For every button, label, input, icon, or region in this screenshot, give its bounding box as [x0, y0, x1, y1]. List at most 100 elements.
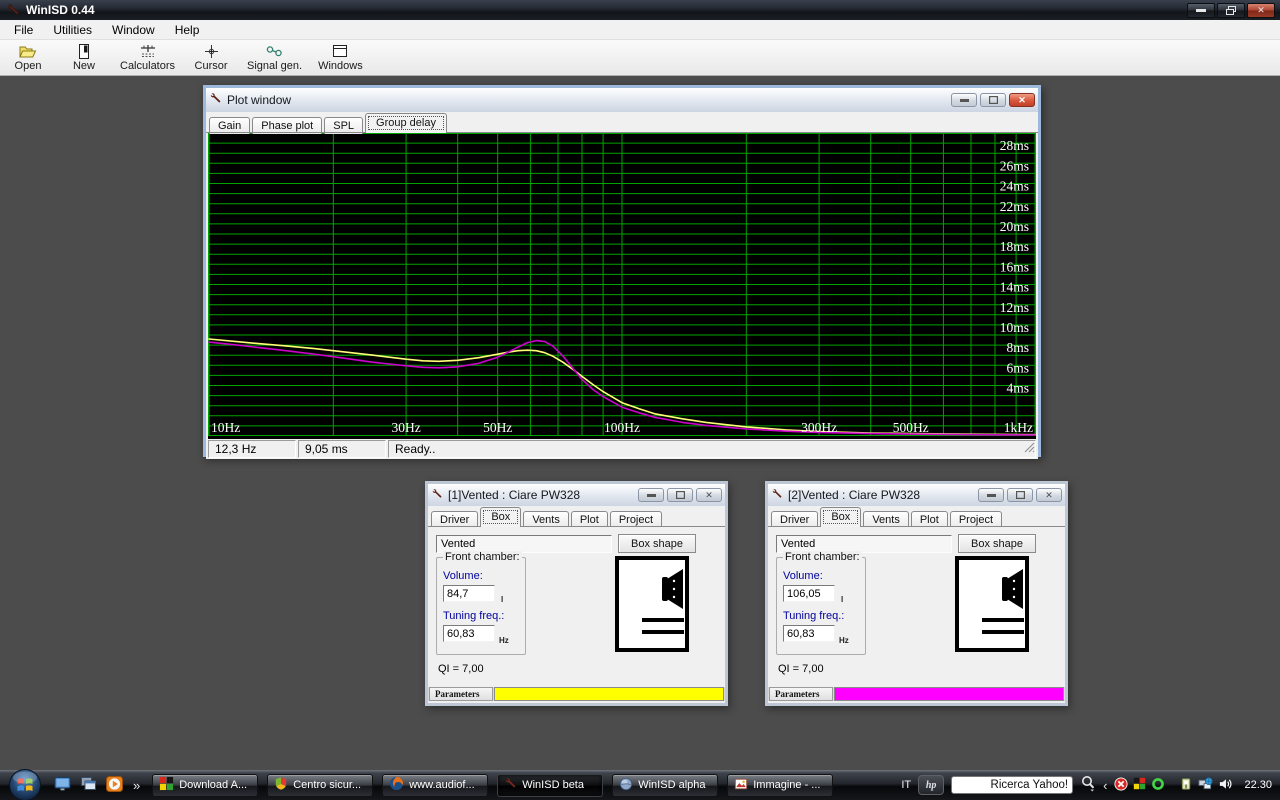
box1-parameter-row: Parameters — [428, 687, 725, 701]
box1-tab-box[interactable]: Box — [480, 507, 522, 527]
box2-volume-unit: l — [841, 595, 844, 604]
box-window-1-titlebar[interactable]: [1]Vented : Ciare PW328 ✕ — [428, 484, 725, 506]
svg-text:14ms: 14ms — [1000, 280, 1029, 295]
toolbar: Open New Calculators Cursor Signal gen. … — [0, 40, 1280, 76]
box2-minimize-button[interactable] — [978, 488, 1004, 502]
menubar: File Utilities Window Help — [0, 20, 1280, 40]
box2-tab-project[interactable]: Project — [949, 511, 1003, 528]
svg-text:22ms: 22ms — [1000, 199, 1029, 214]
box2-front-chamber-group: Front chamber: Volume: l Tuning freq.: H… — [776, 551, 866, 655]
box2-maximize-button[interactable] — [1007, 488, 1033, 502]
box2-parameters-button[interactable]: Parameters — [769, 687, 833, 701]
menu-window[interactable]: Window — [102, 20, 165, 40]
new-document-icon — [77, 43, 91, 59]
box2-tab-driver[interactable]: Driver — [771, 511, 819, 528]
windows-button[interactable]: Windows — [318, 44, 363, 72]
cursor-button[interactable]: Cursor — [191, 44, 231, 72]
taskbar-clock[interactable]: 22.30 — [1244, 779, 1272, 791]
app-wrench-icon — [6, 3, 20, 17]
box2-close-button[interactable]: ✕ — [1036, 488, 1062, 502]
menu-file[interactable]: File — [4, 20, 43, 40]
app-titlebar: WinISD 0.44 ✕ — [0, 0, 1280, 20]
box2-tab-vents[interactable]: Vents — [863, 511, 909, 528]
box1-tab-vents[interactable]: Vents — [523, 511, 569, 528]
box1-tuning-unit: Hz — [499, 636, 509, 645]
tab-group-delay[interactable]: Group delay — [365, 113, 447, 133]
show-desktop-icon[interactable] — [54, 776, 71, 794]
plot-minimize-button[interactable] — [951, 93, 977, 107]
box1-volume-input[interactable] — [443, 585, 495, 602]
quick-launch-overflow-chevron[interactable]: » — [133, 778, 140, 793]
new-button[interactable]: New — [64, 43, 104, 72]
plot-tabbar: Gain Phase plot SPL Group delay — [206, 112, 1038, 134]
svg-text:10Hz: 10Hz — [211, 420, 240, 435]
windows-list-icon — [332, 44, 348, 59]
svg-text:12ms: 12ms — [1000, 300, 1029, 315]
box1-tab-plot[interactable]: Plot — [570, 511, 608, 528]
box2-volume-input[interactable] — [783, 585, 835, 602]
box-window-1-wrench-icon — [431, 488, 443, 503]
box-window-2-titlebar[interactable]: [2]Vented : Ciare PW328 ✕ — [768, 484, 1065, 506]
security-alert-icon[interactable] — [1114, 776, 1129, 794]
app-minimize-button[interactable] — [1187, 2, 1215, 18]
app-close-button[interactable]: ✕ — [1247, 2, 1275, 18]
app-restore-button[interactable] — [1217, 2, 1245, 18]
svg-text:10ms: 10ms — [1000, 320, 1029, 335]
taskbar-button-firefox[interactable]: www.audiof... — [382, 773, 489, 797]
menu-utilities[interactable]: Utilities — [43, 20, 102, 40]
switch-windows-icon[interactable] — [80, 776, 97, 794]
svg-text:24ms: 24ms — [1000, 179, 1029, 194]
box1-tabbar: Driver Box Vents Plot Project — [428, 506, 725, 528]
box1-box-shape-button[interactable]: Box shape — [618, 534, 696, 553]
plot-window: Plot window ✕ Gain Phase plot SPL Group … — [203, 85, 1041, 459]
menu-help[interactable]: Help — [165, 20, 210, 40]
plot-close-button[interactable]: ✕ — [1009, 93, 1035, 107]
svg-text:6ms: 6ms — [1006, 360, 1029, 375]
box2-tab-plot[interactable]: Plot — [910, 511, 948, 528]
download-manager-tray-icon[interactable] — [1133, 777, 1146, 793]
media-player-icon[interactable] — [106, 775, 123, 795]
box1-tuning-input[interactable] — [443, 625, 495, 642]
box1-parameters-button[interactable]: Parameters — [429, 687, 493, 701]
signal-gen-button[interactable]: Signal gen. — [247, 44, 302, 72]
search-magnifier-icon[interactable] — [1080, 775, 1096, 795]
taskbar-button-winisd-beta[interactable]: WinISD beta — [497, 773, 604, 797]
plot-maximize-button[interactable] — [980, 93, 1006, 107]
taskbar-button-winisd-alpha[interactable]: WinISD alpha — [612, 773, 719, 797]
volume-icon[interactable] — [1218, 777, 1233, 794]
box2-tuning-input[interactable] — [783, 625, 835, 642]
taskbar-button-immagine[interactable]: Immagine - ... — [727, 773, 834, 797]
taskbar-button-security-center[interactable]: Centro sicur... — [267, 773, 374, 797]
tab-gain[interactable]: Gain — [209, 117, 251, 134]
box1-close-button[interactable]: ✕ — [696, 488, 722, 502]
box1-tab-project[interactable]: Project — [609, 511, 663, 528]
box2-shape-diagram — [954, 555, 1030, 656]
tab-phase-plot[interactable]: Phase plot — [252, 117, 323, 134]
language-indicator[interactable]: IT — [901, 779, 911, 791]
plot-window-titlebar[interactable]: Plot window ✕ — [206, 88, 1038, 112]
tab-spl[interactable]: SPL — [324, 117, 364, 134]
cursor-crosshair-icon — [204, 44, 219, 59]
resize-grip[interactable] — [1024, 442, 1035, 456]
svg-text:50Hz: 50Hz — [483, 420, 512, 435]
box-window-2-title: [2]Vented : Ciare PW328 — [788, 488, 921, 502]
messenger-ring-icon[interactable] — [1151, 777, 1165, 794]
start-button[interactable] — [8, 768, 42, 800]
power-plug-icon[interactable] — [1180, 777, 1193, 794]
group-delay-chart[interactable]: 28ms 26ms 24ms 22ms 20ms 18ms 16ms 14ms 12ms 10ms… — [208, 133, 1036, 439]
yahoo-search-input[interactable] — [952, 779, 1073, 791]
box1-minimize-button[interactable] — [638, 488, 664, 502]
taskbar-button-download[interactable]: Download A... — [152, 773, 259, 797]
box1-tab-driver[interactable]: Driver — [431, 511, 479, 528]
tray-collapse-chevron[interactable]: ‹ — [1103, 778, 1107, 793]
open-button[interactable]: Open — [8, 44, 48, 72]
yahoo-search-box[interactable] — [951, 776, 1074, 794]
calculators-button[interactable]: Calculators — [120, 44, 175, 72]
signal-generator-icon — [265, 44, 285, 59]
box2-box-shape-button[interactable]: Box shape — [958, 534, 1036, 553]
hp-quickplay-icon[interactable]: hp — [918, 775, 945, 795]
box2-tab-box[interactable]: Box — [820, 507, 862, 527]
box2-front-chamber-label: Front chamber: — [783, 551, 862, 563]
box1-maximize-button[interactable] — [667, 488, 693, 502]
network-status-icon[interactable] — [1198, 776, 1214, 794]
